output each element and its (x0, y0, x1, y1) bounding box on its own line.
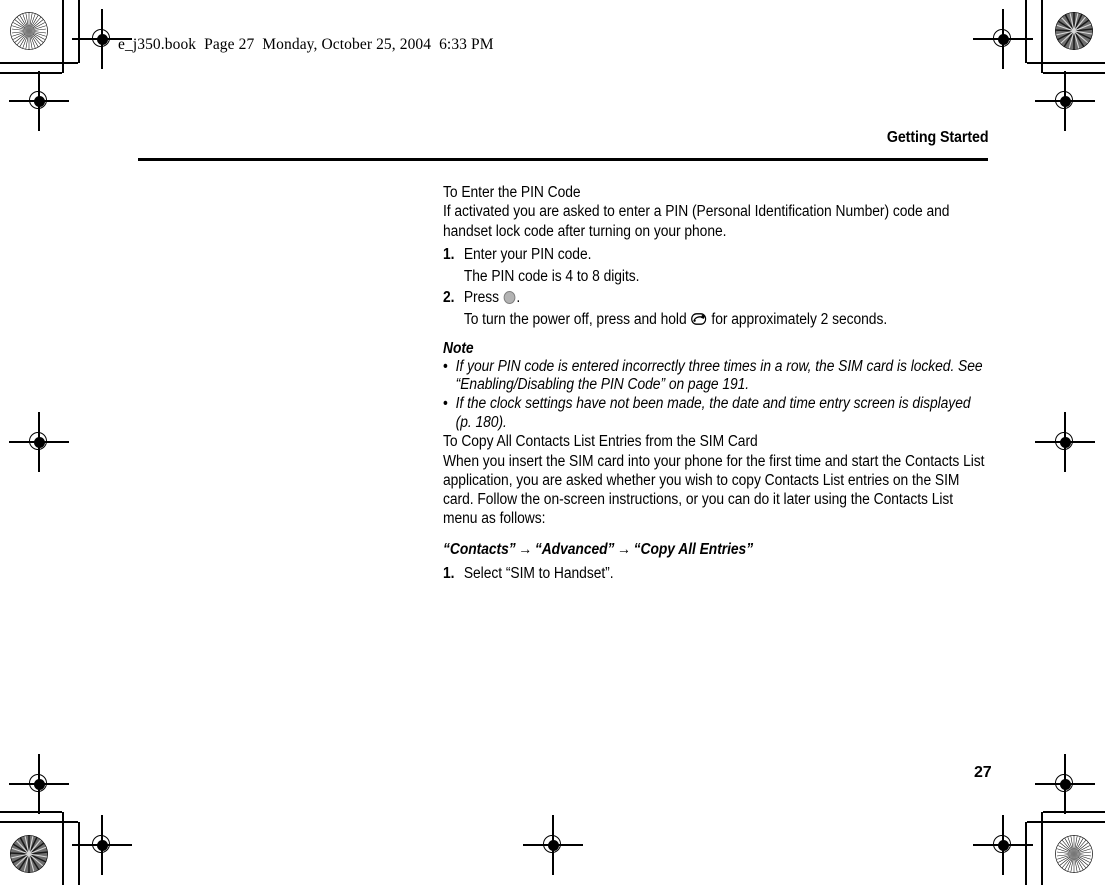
crop-mark-line (62, 812, 64, 885)
nav-path-item: “Advanced” (534, 540, 615, 558)
print-target-mark (10, 835, 48, 873)
crop-mark-line (1027, 821, 1105, 823)
bullet-glyph: • (443, 357, 448, 375)
bullet-glyph: • (443, 395, 448, 413)
crop-mark-line (1043, 72, 1105, 74)
list-item: 1. Enter your PIN code. The PIN code is … (443, 244, 989, 287)
menu-navigation-path: “Contacts” → “Advanced” → “Copy All Entries” (443, 539, 989, 560)
print-target-mark (1055, 12, 1093, 50)
note-list: • If your PIN code is entered incorrectl… (443, 358, 989, 432)
crop-mark-line (1025, 0, 1027, 63)
note-heading: Note (443, 339, 474, 357)
step-text-tail: . (516, 288, 521, 306)
section-intro-pin: If activated you are asked to enter a PI… (443, 203, 950, 240)
crop-mark-line (1041, 0, 1043, 73)
page-number: 27 (974, 764, 992, 781)
registration-mark (1035, 412, 1095, 472)
crop-mark-line (0, 72, 62, 74)
crop-mark-line (1025, 822, 1027, 885)
arrow-right-icon: → (518, 540, 533, 558)
print-target-mark (10, 12, 48, 50)
step-subtext-tail: for approximately 2 seconds. (711, 310, 888, 328)
list-item: 1. Select “SIM to Handset”. (443, 563, 989, 585)
body-text-column: To Enter the PIN Code If activated you a… (443, 183, 989, 585)
registration-mark (9, 71, 69, 131)
registration-mark (1035, 754, 1095, 814)
crop-mark-line (0, 62, 78, 64)
registration-mark (72, 815, 132, 875)
file-header-stamp: e_j350.book Page 27 Monday, October 25, … (118, 36, 494, 53)
steps-list-contacts: 1. Select “SIM to Handset”. (443, 563, 989, 585)
header-rule (138, 158, 988, 161)
crop-mark-line (1043, 811, 1105, 813)
list-item: • If the clock settings have not been ma… (443, 395, 989, 432)
step-subtext: The PIN code is 4 to 8 digits. (463, 267, 640, 285)
crop-mark-line (1041, 812, 1043, 885)
center-select-key-icon (503, 290, 516, 304)
registration-mark (523, 815, 583, 875)
registration-mark (72, 9, 132, 69)
crop-mark-line (62, 0, 64, 73)
steps-list-pin: 1. Enter your PIN code. The PIN code is … (443, 244, 989, 330)
crop-mark-line (0, 811, 62, 813)
registration-mark (9, 754, 69, 814)
note-text: If the clock settings have not been made… (455, 395, 971, 431)
step-number: 1. (443, 564, 455, 582)
nav-path-item: “Contacts” (443, 540, 516, 558)
nav-path-item: “Copy All Entries” (633, 540, 754, 558)
step-number: 1. (443, 245, 455, 263)
step-number: 2. (443, 288, 455, 306)
crop-mark-line (0, 821, 78, 823)
crop-mark-line (78, 822, 80, 885)
print-target-mark (1055, 835, 1093, 873)
step-text: Press (463, 288, 499, 306)
end-power-key-icon (691, 313, 707, 325)
step-subtext: To turn the power off, press and hold (463, 310, 687, 328)
section-heading-contacts: To Copy All Contacts List Entries from t… (443, 433, 758, 451)
step-text: Enter your PIN code. (463, 245, 592, 263)
note-text: If your PIN code is entered incorrectly … (455, 357, 983, 394)
step-text: Select “SIM to Handset”. (463, 564, 614, 582)
list-item: • If your PIN code is entered incorrectl… (443, 358, 989, 395)
registration-mark (9, 412, 69, 472)
running-head-title: Getting Started (886, 129, 988, 146)
registration-mark (973, 815, 1033, 875)
arrow-right-icon: → (617, 540, 631, 558)
list-item: 2. Press . To turn the power off, press … (443, 287, 989, 330)
section-intro-contacts: When you insert the SIM card into your p… (443, 452, 985, 528)
registration-mark (1035, 71, 1095, 131)
crop-mark-line (1027, 62, 1105, 64)
printed-page: e_j350.book Page 27 Monday, October 25, … (0, 0, 1105, 885)
crop-mark-line (78, 0, 80, 63)
registration-mark (973, 9, 1033, 69)
section-heading-pin: To Enter the PIN Code (443, 184, 581, 201)
